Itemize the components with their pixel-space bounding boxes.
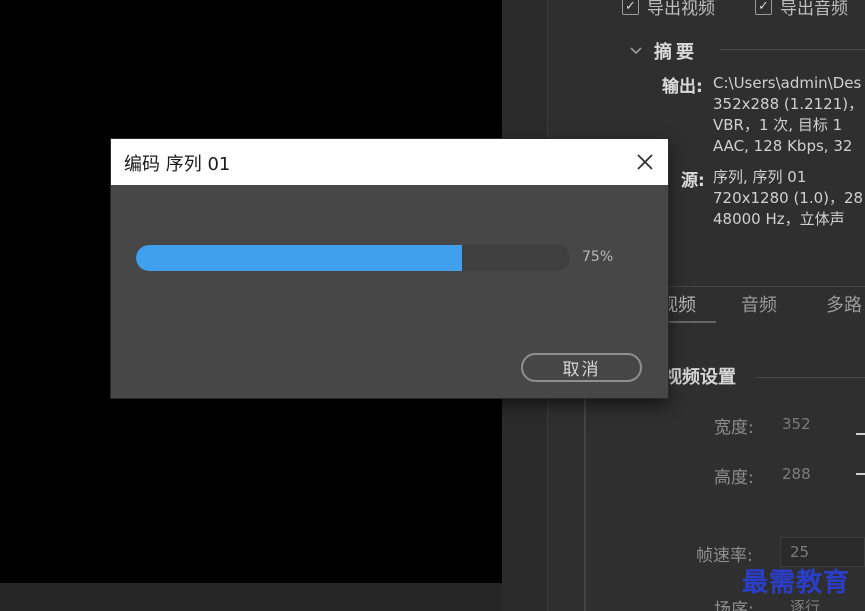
panel-scrollbar[interactable] xyxy=(584,395,586,611)
width-label: 宽度: xyxy=(714,418,754,438)
chevron-down-icon xyxy=(630,44,642,58)
summary-title: 摘要 xyxy=(654,42,698,63)
video-settings-title: 视频设置 xyxy=(664,367,736,388)
link-bracket-bottom xyxy=(856,473,865,475)
tab-multiplexer[interactable]: 多路 xyxy=(826,291,862,317)
close-button[interactable] xyxy=(631,148,659,176)
progress-bar xyxy=(136,245,570,271)
watermark: 最需教育 xyxy=(742,568,851,598)
cancel-button[interactable]: 取消 xyxy=(521,353,642,382)
output-line-3: VBR，1 次, 目标 1 xyxy=(713,116,843,134)
dialog-title: 编码 序列 01 xyxy=(124,154,231,175)
export-audio-label: 导出音频 xyxy=(780,0,848,19)
encoding-dialog: 编码 序列 01 75% 取消 xyxy=(111,139,668,398)
section-divider xyxy=(720,49,865,50)
summary-section-header[interactable]: 摘要 xyxy=(630,38,698,64)
tabs-divider xyxy=(648,286,865,287)
dialog-titlebar[interactable]: 编码 序列 01 xyxy=(111,139,668,185)
section-divider xyxy=(755,377,865,378)
checkmark-icon: ✓ xyxy=(755,0,772,15)
source-label: 源: xyxy=(681,171,705,191)
checkmark-icon: ✓ xyxy=(622,0,639,15)
source-line-3: 48000 Hz，立体声 xyxy=(713,210,845,228)
progress-bar-fill xyxy=(136,245,462,271)
frame-rate-value: 25 xyxy=(790,543,810,561)
output-line-2: 352x288 (1.2121)， xyxy=(713,95,864,113)
export-audio-checkbox[interactable]: ✓ 导出音频 xyxy=(755,0,848,19)
close-icon xyxy=(637,154,653,170)
source-line-2: 720x1280 (1.0)，28 xyxy=(713,189,864,207)
width-value[interactable]: 352 xyxy=(782,415,811,433)
link-bracket-top xyxy=(856,433,865,435)
height-value[interactable]: 288 xyxy=(782,465,811,483)
output-line-4: AAC, 128 Kbps, 32 xyxy=(713,137,853,155)
export-video-label: 导出视频 xyxy=(647,0,715,19)
tab-audio[interactable]: 音频 xyxy=(741,291,777,317)
output-line-1: C:\Users\admin\Des xyxy=(713,74,862,92)
export-video-checkbox[interactable]: ✓ 导出视频 xyxy=(622,0,715,19)
source-line-1: 序列, 序列 01 xyxy=(713,168,807,186)
preview-footer xyxy=(0,583,502,611)
output-label: 输出: xyxy=(662,77,703,97)
progress-percent: 75% xyxy=(582,249,614,265)
height-label: 高度: xyxy=(714,468,754,488)
